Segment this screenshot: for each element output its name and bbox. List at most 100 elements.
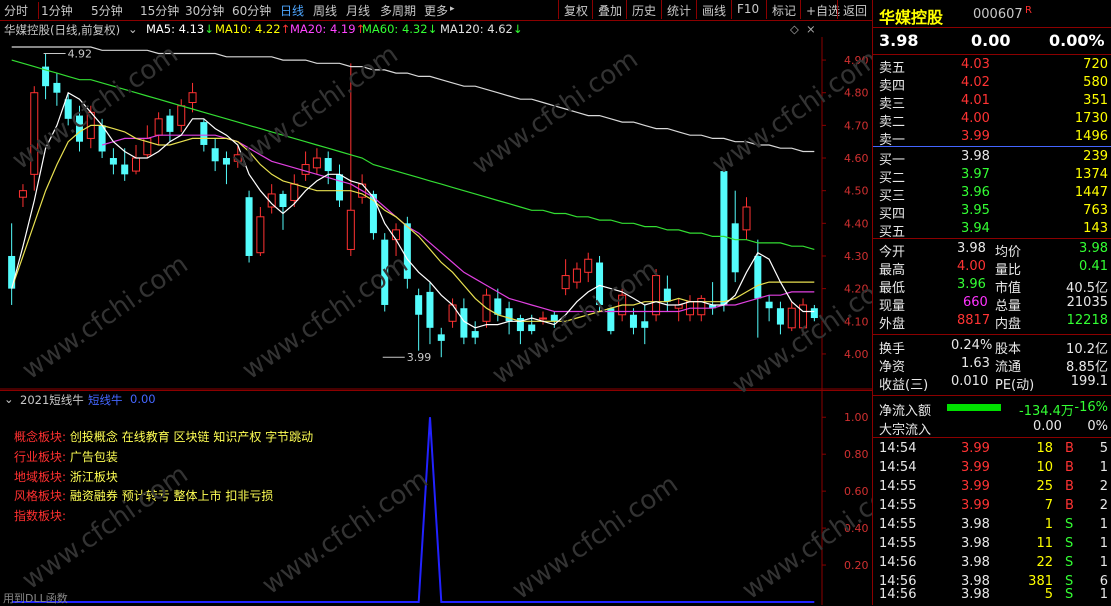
- net-inflow-row: 净流入额 -134.4万 -16%: [879, 400, 1108, 419]
- candle-body: [720, 171, 728, 305]
- index-block: 指数板块:: [14, 509, 67, 523]
- candle-body: [652, 275, 661, 316]
- mark-button[interactable]: 标记: [766, 0, 801, 19]
- bid-row: 买四 3.95 763: [879, 203, 1108, 222]
- r-badge-icon: R: [1025, 5, 1032, 16]
- candle-body: [787, 307, 796, 329]
- candle-body: [8, 255, 16, 289]
- candle-body: [742, 206, 751, 231]
- candle-body: [222, 158, 230, 165]
- more-arrow-icon[interactable]: ▸: [450, 4, 455, 14]
- candle-body: [346, 209, 355, 250]
- price-tick-label: 4.80: [844, 87, 869, 100]
- quote-panel: 华媒控股 000607 R 3.98 0.00 0.00% 卖五 4.03 720 …: [872, 0, 1111, 605]
- candle-body: [233, 154, 242, 162]
- period-tab-weekly[interactable]: 周线: [313, 2, 337, 19]
- stat-row: 净资 1.63 流通 8.85亿: [879, 356, 1108, 375]
- stat-row: 最低 3.96 市值 40.5亿: [879, 277, 1108, 296]
- candle-body: [471, 331, 479, 338]
- candle-body: [312, 157, 321, 169]
- candle-body: [596, 262, 604, 305]
- period-tab-1min[interactable]: 1分钟: [38, 2, 73, 19]
- price-tick-label: 4.40: [844, 217, 869, 230]
- period-tab-monthly[interactable]: 月线: [346, 2, 370, 19]
- last-price: 3.98: [879, 31, 919, 50]
- candle-body: [109, 158, 117, 165]
- price-tick-label: 4.90: [844, 54, 869, 67]
- candle-body: [30, 92, 39, 175]
- stat-row: 现量 660 总量 21035: [879, 295, 1108, 314]
- f10-button[interactable]: F10: [731, 0, 764, 19]
- price-tick-label: 4.20: [844, 283, 869, 296]
- ask-row: 卖一 3.99 1496: [879, 129, 1108, 148]
- candle-body: [121, 164, 129, 175]
- overlay-button[interactable]: 叠加: [592, 0, 627, 19]
- stock-name: 华媒控股: [879, 8, 944, 27]
- back-button[interactable]: 返回: [837, 0, 872, 19]
- candle-body: [528, 324, 536, 332]
- dll-note: 用到DLL函数: [3, 592, 68, 605]
- candle-body: [154, 118, 163, 136]
- period-tab-daily[interactable]: 日线: [280, 2, 304, 19]
- statistics-button[interactable]: 统计: [661, 0, 696, 19]
- period-tab-60min[interactable]: 60分钟: [232, 2, 271, 19]
- candle-body: [810, 308, 818, 319]
- candle-body: [754, 255, 762, 299]
- close-icon[interactable]: ×: [806, 22, 816, 36]
- ma-legend-bar: 华媒控股(日线,前复权) ⌄ MA5: 4.13↓ MA10: 4.22↑ MA…: [0, 21, 822, 37]
- indicator-tick-label: 0.40: [844, 522, 869, 535]
- candle-body: [494, 298, 502, 315]
- ma20-label: MA20: 4.19↑: [290, 22, 366, 36]
- price-row: 3.98 0.00 0.00%: [873, 30, 1111, 52]
- indicator-tick-label: 1.00: [844, 411, 869, 424]
- period-tab-fenshi[interactable]: 分时: [4, 2, 28, 19]
- period-tab-15min[interactable]: 15分钟: [140, 2, 179, 19]
- ma5-label: MA5: 4.13↓: [146, 22, 214, 36]
- indicator-tick-label: 0.60: [844, 485, 869, 498]
- diamond-icon[interactable]: ◇: [790, 22, 799, 36]
- period-tab-multi[interactable]: 多周期: [380, 2, 416, 19]
- ma10-label: MA10: 4.22↑: [215, 22, 291, 36]
- candle-body: [641, 321, 649, 328]
- price-change: 0.00: [971, 31, 1011, 50]
- period-tab-30min[interactable]: 30分钟: [185, 2, 224, 19]
- candle-body: [550, 314, 558, 322]
- candle-body: [256, 216, 265, 254]
- candle-body: [381, 239, 389, 305]
- candle-body: [177, 105, 186, 126]
- ask-row: 卖四 4.02 580: [879, 75, 1108, 94]
- price-tick-label: 4.00: [844, 348, 869, 361]
- stock-code: 000607: [973, 7, 1023, 22]
- candle-body: [211, 148, 219, 162]
- tick-row: 14:56 3.98 5 S 1: [879, 587, 1108, 602]
- candle-body: [426, 291, 434, 328]
- candle-body: [324, 158, 332, 172]
- dropdown-icon[interactable]: ⌄: [128, 22, 138, 36]
- candle-body: [53, 82, 61, 93]
- ma20-line: [101, 134, 815, 313]
- period-tab-5min[interactable]: 5分钟: [91, 2, 123, 19]
- candle-body: [799, 304, 808, 329]
- candle-body: [584, 258, 593, 273]
- candle-body: [290, 183, 299, 201]
- draw-line-button[interactable]: 画线: [696, 0, 731, 19]
- price-tick-label: 4.50: [844, 185, 869, 198]
- candle-body: [75, 115, 83, 142]
- candle-body: [572, 268, 581, 283]
- industry-block: 行业板块: 广告包装: [14, 450, 118, 464]
- candlestick-chart[interactable]: 4.90 4.80 4.70 4.60 4.50 4.40 4.30 4.20 4.10 4.00…: [0, 37, 872, 390]
- chart-title: 华媒控股(日线,前复权): [4, 23, 121, 37]
- price-tick-label: 4.10: [844, 315, 869, 328]
- candle-body: [415, 295, 423, 315]
- style-block: 风格板块: 融资融券 预计转亏 整体上市 扣非亏损: [14, 489, 274, 503]
- candle-body: [392, 229, 401, 241]
- period-tab-more[interactable]: 更多: [424, 2, 448, 19]
- restore-rights-button[interactable]: 复权: [558, 0, 593, 19]
- price-tick-label: 4.30: [844, 250, 869, 263]
- stat-row: 最高 4.00 量比 0.41: [879, 259, 1108, 278]
- period-toolbar: 分时 1分钟 5分钟 15分钟 30分钟 60分钟 日线 周线 月线 多周期 更…: [0, 0, 872, 21]
- candle-body: [697, 297, 706, 316]
- tick-row: 14:56 3.98 22 S 1: [879, 555, 1108, 570]
- candle-body: [245, 197, 253, 256]
- history-button[interactable]: 历史: [626, 0, 661, 19]
